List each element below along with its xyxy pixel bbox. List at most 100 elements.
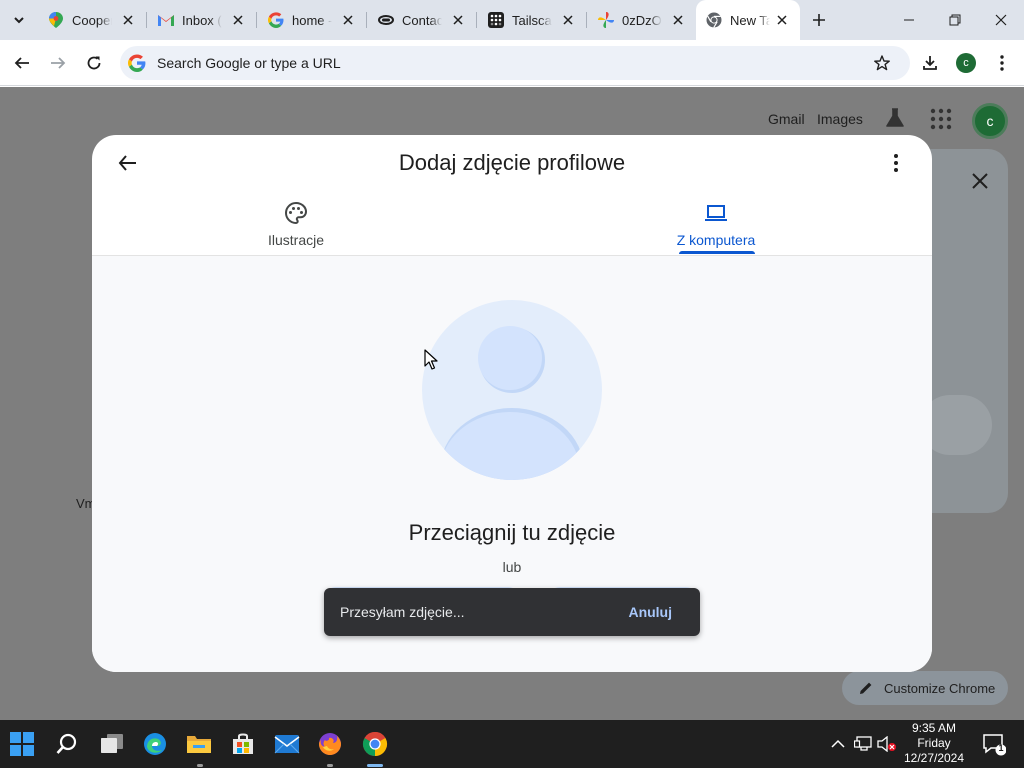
close-tab-icon[interactable] bbox=[560, 12, 576, 28]
tab-label: Inbox ( bbox=[182, 12, 222, 28]
bookmark-star-icon[interactable] bbox=[872, 53, 892, 73]
apps-grid-icon[interactable] bbox=[930, 108, 952, 130]
close-tab-icon[interactable] bbox=[774, 12, 790, 28]
minimize-button[interactable] bbox=[886, 0, 932, 40]
volume-muted-icon bbox=[877, 736, 896, 752]
cancel-upload-button[interactable]: Anuluj bbox=[628, 604, 672, 620]
pinwheel-icon bbox=[598, 12, 614, 28]
customize-chrome-label: Customize Chrome bbox=[884, 680, 996, 696]
images-link[interactable]: Images bbox=[817, 111, 863, 127]
tab-maps[interactable]: Cooper bbox=[38, 6, 146, 34]
mail-icon bbox=[274, 735, 300, 754]
reload-icon bbox=[87, 56, 101, 70]
tailscale-icon bbox=[488, 12, 504, 28]
close-icon bbox=[995, 14, 1007, 26]
tab-new-tab[interactable]: New Ta bbox=[696, 0, 800, 40]
store-taskbar-button[interactable] bbox=[227, 728, 259, 760]
browser-toolbar: Search Google or type a URL c bbox=[0, 40, 1024, 86]
file-explorer-taskbar-button[interactable] bbox=[183, 728, 215, 760]
notification-center-button[interactable]: 1 bbox=[982, 732, 1007, 756]
tab-contacts[interactable]: Contac bbox=[368, 6, 476, 34]
google-maps-icon bbox=[48, 12, 64, 28]
edge-taskbar-button[interactable] bbox=[139, 728, 171, 760]
task-view-icon bbox=[101, 734, 123, 753]
chevron-up-icon bbox=[831, 739, 845, 748]
person-placeholder-icon bbox=[422, 300, 602, 480]
tray-overflow-button[interactable] bbox=[829, 732, 847, 756]
chrome-menu-button[interactable] bbox=[988, 49, 1016, 77]
contacts-icon bbox=[378, 12, 394, 28]
search-icon bbox=[56, 733, 77, 754]
clock-date: 12/27/2024 bbox=[903, 751, 965, 765]
taskbar-search-button[interactable] bbox=[51, 728, 83, 760]
close-tab-icon[interactable] bbox=[450, 12, 466, 28]
tab-tailscale[interactable]: Tailsca bbox=[478, 6, 586, 34]
kebab-menu-icon bbox=[1000, 55, 1004, 71]
customize-chrome-button[interactable]: Customize Chrome bbox=[842, 671, 1008, 705]
tab-google-search[interactable]: home - bbox=[258, 6, 366, 34]
profile-avatar-button[interactable]: c bbox=[956, 53, 976, 73]
close-tab-icon[interactable] bbox=[340, 12, 356, 28]
tab-from-computer[interactable]: Z komputera bbox=[646, 201, 786, 255]
more-vert-icon[interactable] bbox=[884, 151, 908, 175]
minimize-icon bbox=[904, 19, 914, 21]
tab-label: Contac bbox=[402, 12, 442, 28]
selected-tab-indicator bbox=[679, 251, 755, 254]
restore-button[interactable] bbox=[932, 0, 978, 40]
gmail-link[interactable]: Gmail bbox=[768, 111, 805, 127]
mail-taskbar-button[interactable] bbox=[271, 728, 303, 760]
store-icon bbox=[233, 733, 253, 754]
chevron-down-icon bbox=[14, 17, 24, 24]
close-icon[interactable] bbox=[968, 169, 992, 193]
gmail-icon bbox=[158, 12, 174, 28]
labs-flask-icon[interactable] bbox=[884, 107, 906, 129]
laptop-icon bbox=[705, 205, 727, 221]
arrow-right-icon bbox=[51, 57, 66, 69]
reload-button[interactable] bbox=[80, 49, 108, 77]
account-avatar[interactable]: c bbox=[972, 103, 1008, 139]
network-tray-icon[interactable] bbox=[853, 732, 873, 756]
chrome-icon bbox=[362, 731, 388, 756]
tab-label: home - bbox=[292, 12, 332, 28]
mouse-cursor-icon bbox=[424, 349, 438, 370]
drag-photo-heading: Przeciągnij tu zdjęcie bbox=[408, 520, 616, 545]
clock-time: 9:35 AM bbox=[911, 721, 957, 735]
close-tab-icon[interactable] bbox=[120, 12, 136, 28]
address-bar[interactable]: Search Google or type a URL bbox=[120, 46, 910, 80]
start-button[interactable] bbox=[6, 728, 38, 760]
upload-snackbar: Przesyłam zdjęcie... Anuluj bbox=[324, 588, 700, 636]
windows-taskbar: 9:35 AM Friday 12/27/2024 1 bbox=[0, 720, 1024, 768]
back-button[interactable] bbox=[8, 49, 36, 77]
tab-illustrations[interactable]: Ilustracje bbox=[226, 201, 366, 255]
active-app-indicator bbox=[367, 764, 383, 767]
close-window-button[interactable] bbox=[978, 0, 1024, 40]
snackbar-message: Przesyłam zdjęcie... bbox=[340, 604, 465, 620]
chrome-icon bbox=[706, 12, 722, 28]
downloads-button[interactable] bbox=[916, 49, 944, 77]
new-tab-button[interactable] bbox=[806, 8, 832, 32]
chrome-taskbar-button[interactable] bbox=[359, 728, 391, 760]
tab-label: 0zDzO bbox=[622, 12, 662, 28]
clock-day: Friday bbox=[917, 736, 951, 750]
tab-search-button[interactable] bbox=[6, 8, 32, 32]
google-g-icon bbox=[128, 54, 146, 72]
close-tab-icon[interactable] bbox=[670, 12, 686, 28]
notification-count: 1 bbox=[998, 743, 1004, 753]
tab-strip: Cooper Inbox ( home - Contac Tailsca 0zD… bbox=[0, 0, 1024, 40]
system-clock[interactable]: 9:35 AM Friday 12/27/2024 bbox=[898, 721, 970, 766]
volume-tray-icon[interactable] bbox=[877, 732, 897, 756]
tab-label: New Ta bbox=[730, 12, 770, 28]
tab-gmail[interactable]: Inbox ( bbox=[148, 6, 256, 34]
tab-pinwheel[interactable]: 0zDzO bbox=[588, 6, 696, 34]
close-tab-icon[interactable] bbox=[230, 12, 246, 28]
task-view-button[interactable] bbox=[96, 728, 128, 760]
restore-icon bbox=[949, 14, 961, 26]
edge-icon bbox=[144, 733, 166, 755]
or-separator: lub bbox=[502, 559, 522, 575]
file-explorer-icon bbox=[187, 736, 211, 753]
network-icon bbox=[854, 736, 872, 751]
tab-label: Cooper bbox=[72, 12, 112, 28]
start-icon bbox=[10, 732, 34, 756]
firefox-taskbar-button[interactable] bbox=[314, 728, 346, 760]
forward-button[interactable] bbox=[44, 49, 72, 77]
